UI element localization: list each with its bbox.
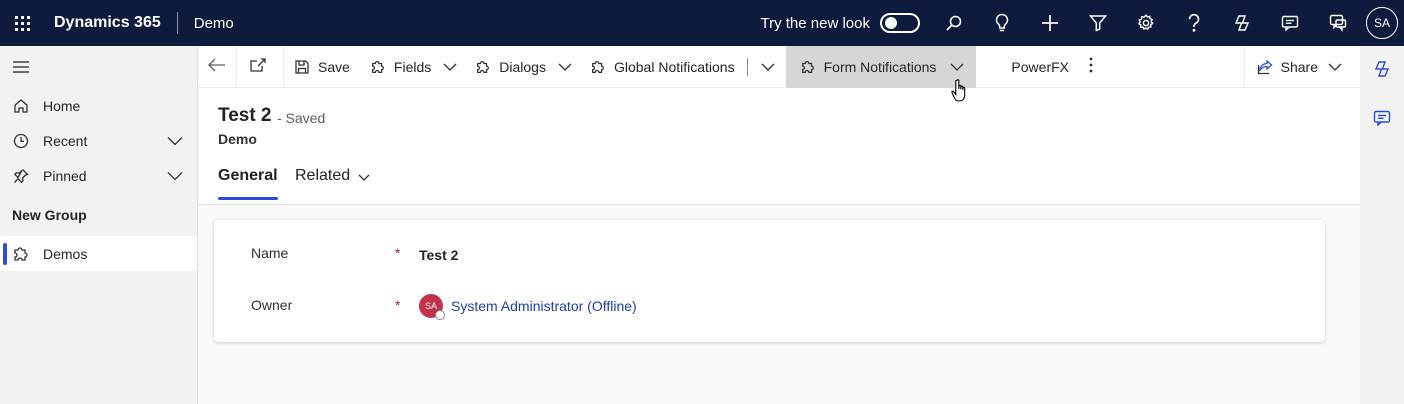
hand-cursor-icon — [951, 79, 966, 102]
waffle-icon[interactable] — [0, 0, 44, 46]
copilot-icon[interactable] — [1218, 0, 1266, 46]
user-avatar[interactable]: SA — [1366, 7, 1398, 39]
share-icon — [1257, 59, 1273, 75]
chat-icon[interactable] — [1360, 92, 1404, 144]
save-icon — [294, 59, 310, 75]
chevron-down-icon[interactable] — [550, 46, 580, 88]
new-look-toggle[interactable] — [880, 13, 920, 33]
entity-name: Demo — [218, 131, 257, 147]
right-rail — [1360, 46, 1404, 404]
powerfx-label: PowerFX — [1011, 58, 1069, 75]
more-commands-button[interactable] — [1079, 46, 1103, 88]
sidebar-item-pinned[interactable]: Pinned — [0, 158, 197, 193]
sidebar-item-label: Demos — [43, 245, 88, 262]
chevron-down-icon[interactable] — [167, 168, 183, 184]
clock-icon — [12, 132, 30, 150]
owner-avatar: SA — [419, 294, 445, 320]
sidebar-item-label: Recent — [43, 132, 88, 149]
form-notifications-button[interactable]: Form Notifications — [785, 45, 977, 88]
puzzle-icon — [370, 59, 386, 75]
try-new-look-label: Try the new look — [760, 14, 871, 32]
name-field-label: Name — [251, 245, 289, 261]
powerfx-button[interactable]: PowerFX — [976, 46, 1079, 88]
puzzle-icon — [800, 59, 816, 75]
form-section-card: Name * Test 2 Owner * SA System Administ… — [214, 220, 1325, 342]
filter-icon[interactable] — [1074, 0, 1122, 46]
chat-icon[interactable] — [1266, 0, 1314, 46]
save-status: - Saved — [277, 110, 326, 126]
chevron-down-icon[interactable] — [435, 46, 465, 88]
environment-name[interactable]: Demo — [194, 15, 234, 32]
chevron-down-icon[interactable] — [750, 46, 786, 88]
split-divider — [746, 57, 748, 76]
chevron-down-icon[interactable] — [167, 133, 183, 149]
owner-initials: SA — [424, 301, 437, 311]
puzzle-icon — [590, 59, 606, 75]
hamburger-menu-icon[interactable] — [0, 46, 197, 88]
chevron-down-icon — [358, 169, 370, 187]
pin-icon — [12, 167, 30, 185]
tab-label: Related — [295, 167, 351, 184]
required-indicator: * — [395, 297, 401, 313]
name-field[interactable]: Test 2 — [419, 247, 458, 263]
app-title[interactable]: Dynamics 365 — [54, 14, 161, 32]
global-notifications-label: Global Notifications — [613, 58, 735, 75]
chevron-down-icon[interactable] — [1328, 63, 1342, 71]
fields-label: Fields — [393, 58, 432, 75]
arrow-left-icon — [208, 58, 226, 75]
lightbulb-icon[interactable] — [978, 0, 1026, 46]
home-icon — [12, 97, 30, 115]
dialogs-button[interactable]: Dialogs — [465, 46, 550, 88]
sidebar-item-demos[interactable]: Demos — [0, 236, 197, 271]
share-label: Share — [1280, 58, 1318, 75]
tab-general[interactable]: General — [218, 166, 278, 204]
title-divider — [176, 12, 178, 34]
sidebar-group-label: New Group — [12, 206, 87, 223]
dialogs-label: Dialogs — [499, 58, 546, 75]
sidebar-item-label: Home — [43, 97, 81, 114]
save-label: Save — [318, 58, 350, 75]
share-button[interactable]: Share — [1245, 46, 1360, 88]
owner-field-label: Owner — [251, 297, 293, 313]
more-vertical-icon — [1089, 57, 1093, 76]
required-indicator: * — [395, 245, 401, 261]
help-icon[interactable] — [1170, 0, 1218, 46]
puzzle-icon — [475, 59, 491, 75]
settings-icon[interactable] — [1122, 0, 1170, 46]
chevron-down-icon[interactable] — [950, 63, 964, 71]
tab-label: General — [218, 167, 278, 184]
sidebar-item-home[interactable]: Home — [0, 88, 197, 123]
command-bar: Save Fields Dialogs Global Notifications… — [198, 45, 1360, 88]
plus-icon[interactable] — [1026, 0, 1074, 46]
fields-button[interactable]: Fields — [360, 46, 435, 88]
save-button[interactable]: Save — [284, 46, 360, 88]
back-button[interactable] — [198, 46, 236, 88]
tab-related[interactable]: Related — [295, 166, 370, 204]
puzzle-icon — [12, 245, 30, 263]
search-icon[interactable] — [930, 0, 978, 46]
feedback-icon[interactable] — [1314, 0, 1362, 46]
copilot-icon[interactable] — [1360, 46, 1404, 92]
sidebar-item-label: Pinned — [43, 167, 87, 184]
sidebar-item-recent[interactable]: Recent — [0, 123, 197, 158]
owner-link[interactable]: System Administrator (Offline) — [451, 298, 637, 314]
global-notifications-button[interactable]: Global Notifications — [580, 46, 745, 88]
open-in-new-window-icon — [249, 57, 267, 76]
record-header: Test 2 - Saved Demo General Related — [198, 88, 1360, 205]
sidebar: Home Recent Pinned New Group Demos — [0, 46, 198, 404]
form-notifications-label: Form Notifications — [823, 58, 937, 75]
record-title: Test 2 — [218, 105, 272, 126]
open-new-window-button[interactable] — [237, 46, 283, 88]
presence-offline-icon — [435, 310, 445, 320]
owner-field[interactable]: SA System Administrator (Offline) — [419, 294, 637, 320]
top-bar: Dynamics 365 Demo Try the new look SA — [0, 0, 1404, 46]
